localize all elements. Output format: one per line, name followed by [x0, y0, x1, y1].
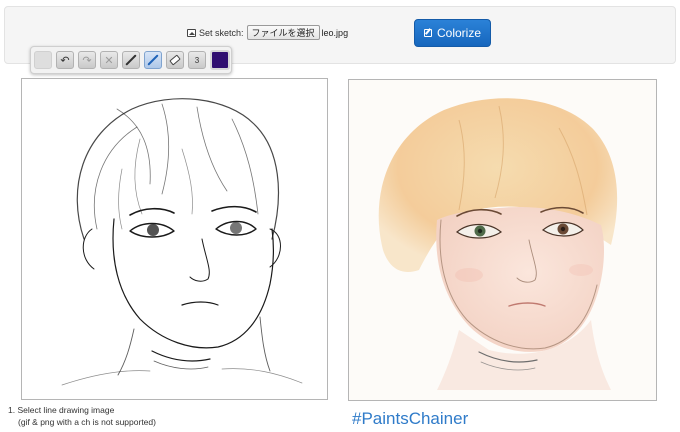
image-icon [187, 28, 196, 37]
colorized-output-canvas [348, 79, 657, 401]
pen-tool-button[interactable] [144, 51, 162, 69]
clear-button[interactable]: ✕ [100, 51, 118, 69]
instruction-step-1-note: (gif & png with a ch is not supported) [18, 417, 156, 427]
selected-file-name: leo.jpg [321, 27, 349, 38]
line-tool-button[interactable] [122, 51, 140, 69]
edit-icon [423, 29, 432, 37]
instructions: 1. Select line drawing image (gif & png … [8, 404, 156, 428]
brush-size-value: 3 [194, 55, 200, 65]
paints-chainer-page: Set sketch: ファイルを選択 leo.jpg Colorize ↶ ↷… [0, 0, 680, 432]
line-tool-icon [125, 54, 137, 66]
colorize-label: Colorize [436, 26, 481, 40]
sketch-drawing [61, 98, 303, 386]
pen-icon [147, 54, 159, 66]
redo-button[interactable]: ↷ [78, 51, 96, 69]
drawing-toolbar: ↶ ↷ ✕ 3 [30, 46, 232, 74]
redo-icon: ↷ [82, 54, 92, 67]
brush-size-button[interactable]: 3 [188, 51, 206, 69]
instruction-step-1: 1. Select line drawing image [8, 405, 115, 415]
set-sketch-row: Set sketch: ファイルを選択 leo.jpg [187, 25, 348, 40]
set-sketch-label: Set sketch: [199, 27, 244, 38]
colorize-button[interactable]: Colorize [414, 19, 491, 47]
paints-chainer-hashtag[interactable]: #PaintsChainer [352, 409, 468, 429]
undo-icon: ↶ [60, 54, 70, 67]
color-picker-swatch[interactable] [210, 50, 230, 70]
eraser-icon [169, 54, 181, 66]
eraser-tool-button[interactable] [166, 51, 184, 69]
toolbar-drag-handle[interactable] [34, 51, 52, 69]
choose-file-button[interactable]: ファイルを選択 [246, 25, 320, 40]
colorized-drawing [349, 80, 656, 400]
undo-button[interactable]: ↶ [56, 51, 74, 69]
sketch-canvas[interactable] [21, 78, 328, 400]
close-icon: ✕ [104, 54, 114, 67]
